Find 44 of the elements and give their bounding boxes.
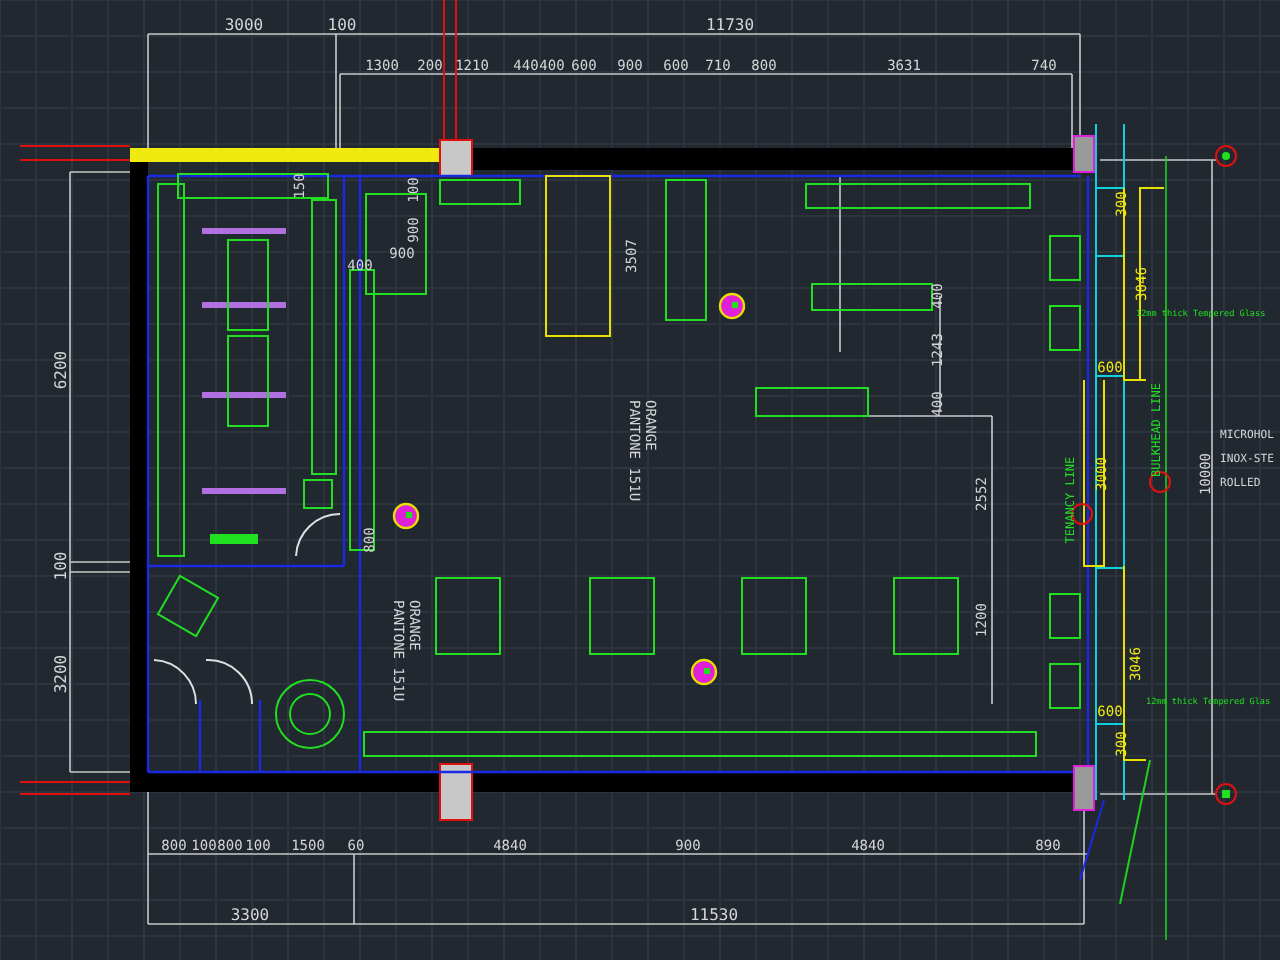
grid-bubble-icon (1215, 783, 1237, 805)
column-hatch (439, 763, 473, 821)
fixture-drawing (1049, 663, 1081, 709)
dimension-label: 6200 (52, 350, 70, 390)
leader-line (1079, 799, 1105, 881)
door-swing (205, 659, 253, 705)
grid-bubble-icon (1215, 145, 1237, 167)
column-hatch (1073, 135, 1095, 173)
dimension-label: 3300 (230, 906, 270, 924)
rail-drawing (202, 488, 286, 494)
column-hatch (1073, 765, 1095, 811)
fixture-drawing (665, 179, 707, 321)
dimension-label: 3000 (224, 16, 264, 34)
fixture-drawing (227, 239, 269, 331)
dimension-label: 11730 (705, 16, 755, 34)
fixture-drawing (439, 179, 521, 205)
armchair-drawing (156, 574, 220, 638)
section-marker-icon (690, 658, 718, 686)
fixture-drawing (755, 387, 869, 417)
section-marker-icon (718, 292, 746, 320)
fixture-drawing (893, 577, 959, 655)
fixture-drawing (741, 577, 807, 655)
fixture-drawing (435, 577, 501, 655)
fixture-drawing (1049, 235, 1081, 281)
dimension-label: 100 (327, 16, 357, 34)
dimension-label: 100 (52, 551, 70, 581)
fixture-drawing (227, 335, 269, 427)
door-swing (153, 659, 197, 705)
fixture-drawing (589, 577, 655, 655)
rail-drawing (202, 302, 286, 308)
round-table-drawing (275, 679, 345, 749)
column-hatch (439, 139, 473, 177)
fixture-drawing (303, 479, 333, 509)
rail-drawing (202, 228, 286, 234)
dimension-label: 11530 (689, 906, 739, 924)
fixture-drawing (1049, 593, 1081, 639)
grid-bubble-icon (1071, 503, 1093, 525)
rail-drawing (202, 392, 286, 398)
fixture-drawing (811, 283, 933, 311)
section-marker-icon (392, 502, 420, 530)
dimension-label: 3200 (52, 654, 70, 694)
fixture-drawing (210, 534, 258, 544)
fixture-drawing (1049, 305, 1081, 351)
door-swing (295, 513, 341, 557)
